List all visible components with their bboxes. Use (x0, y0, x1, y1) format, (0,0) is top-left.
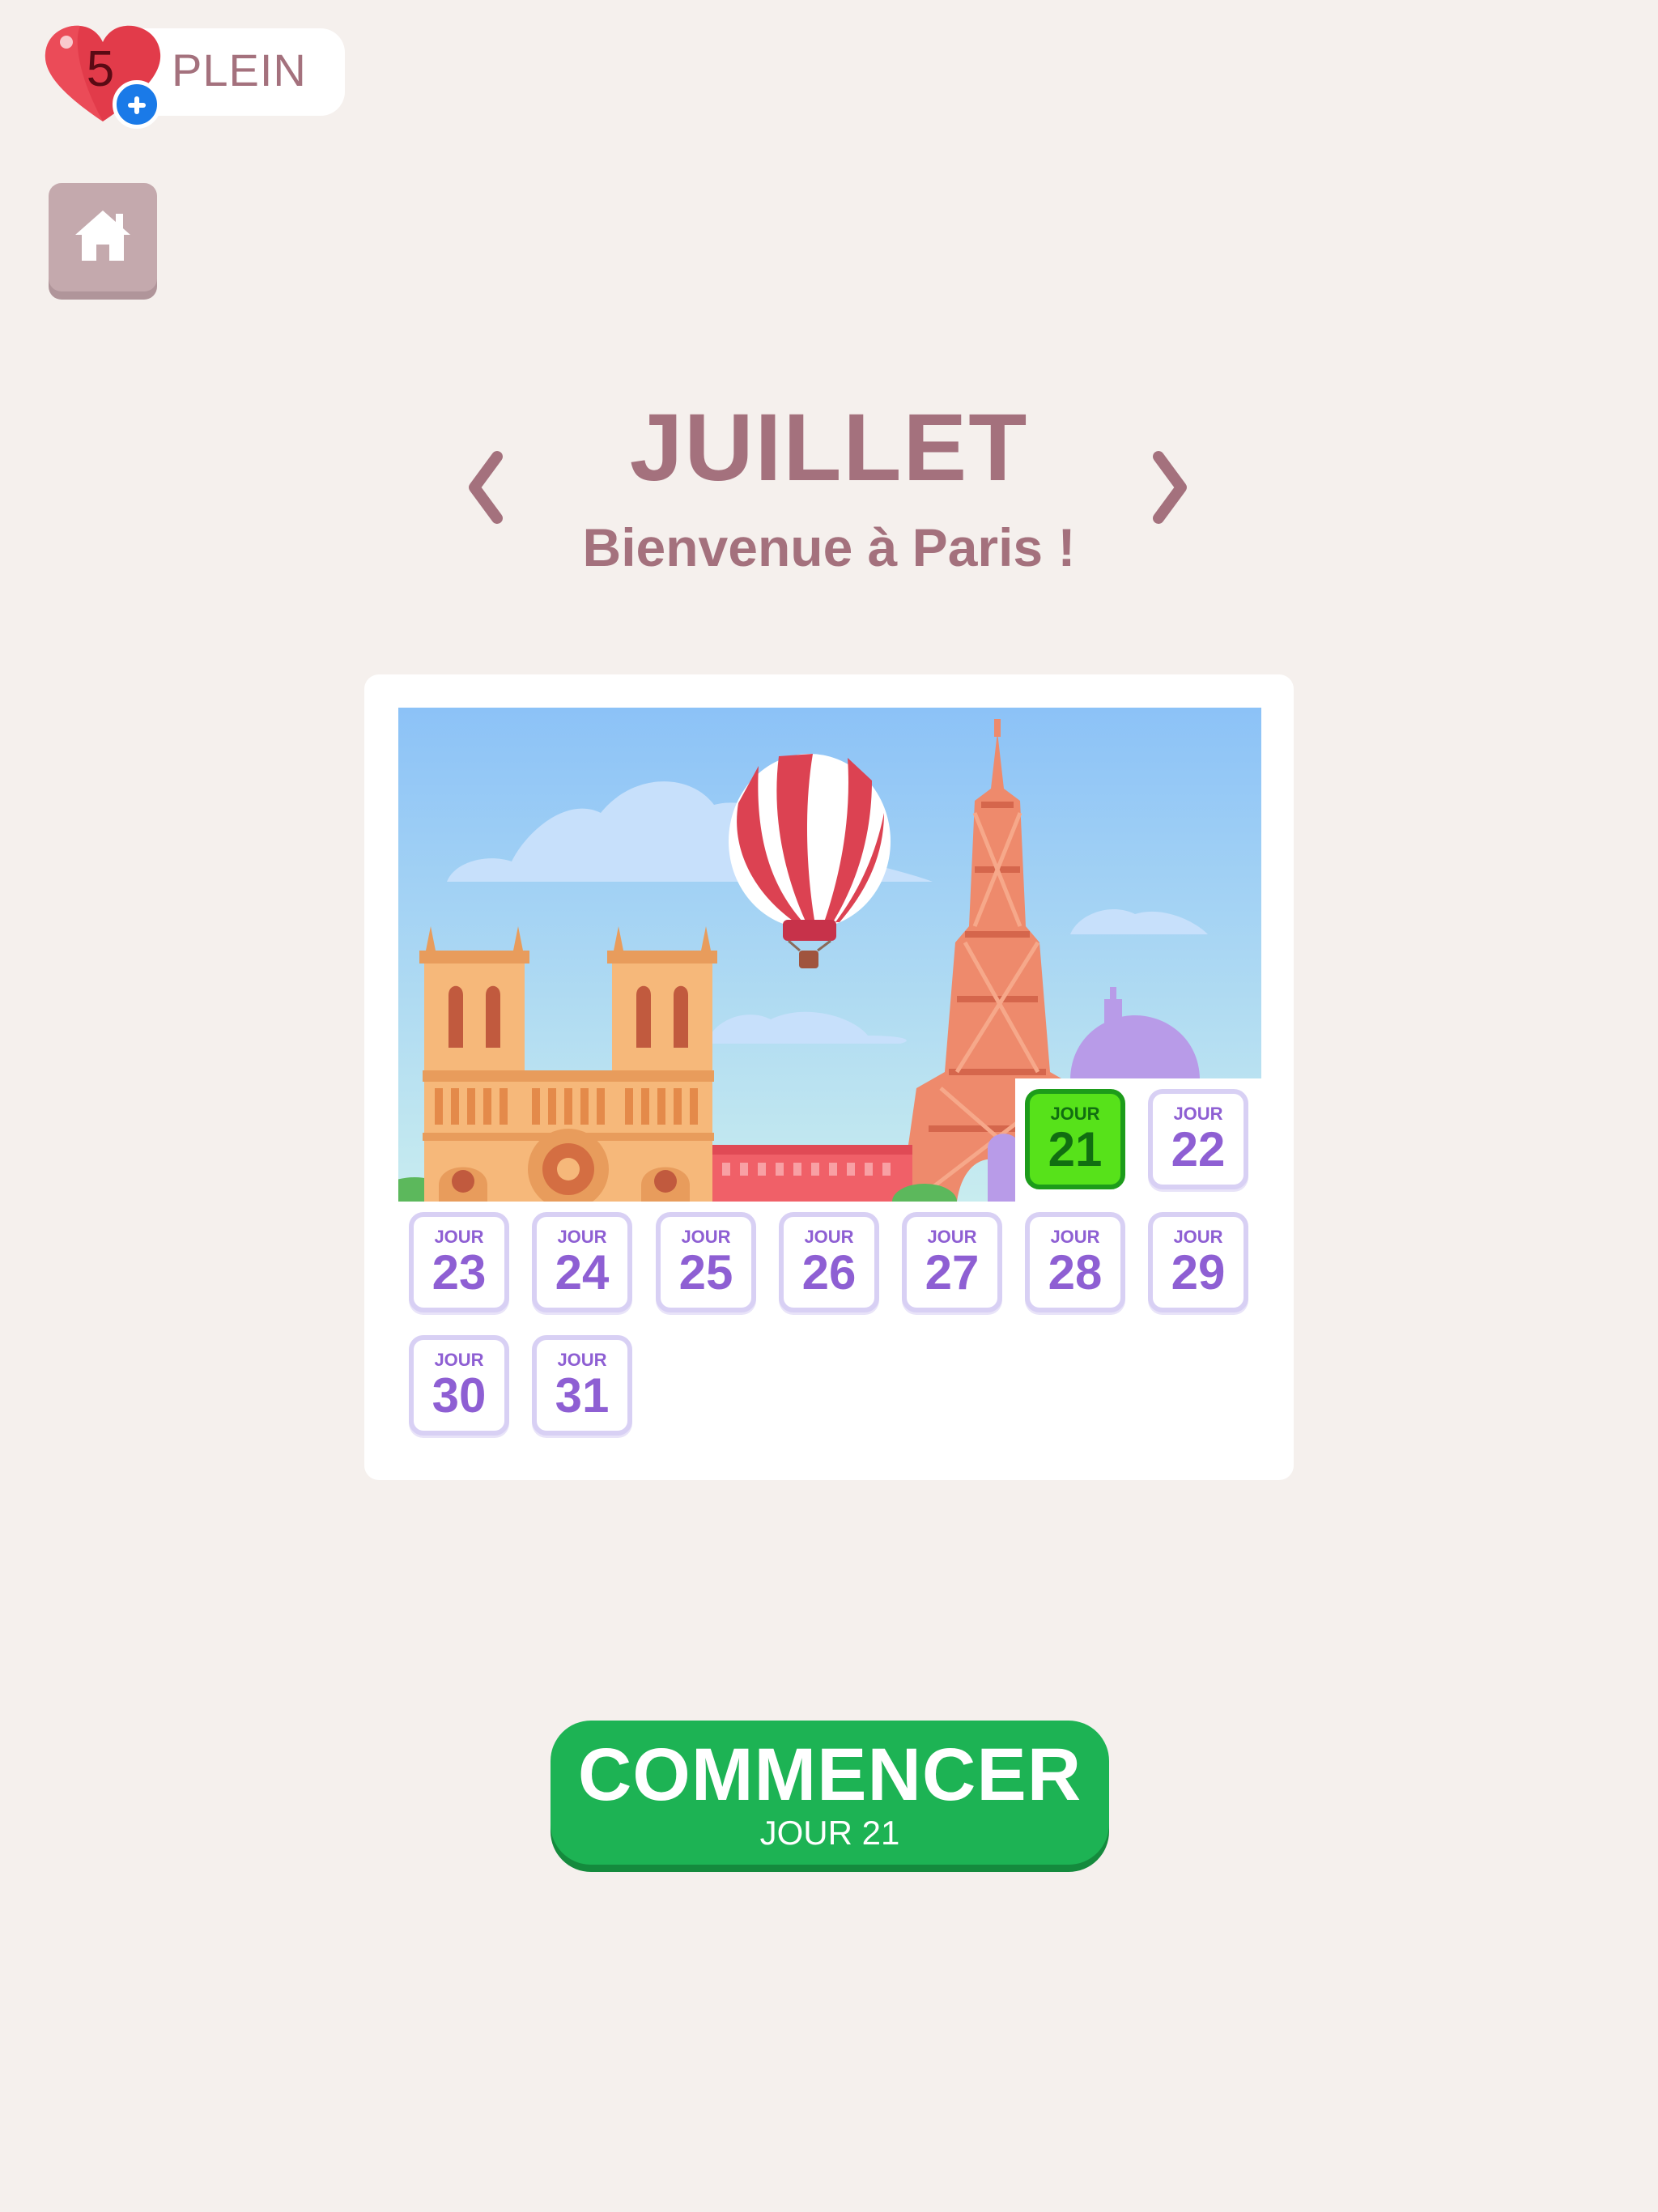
chevron-right-icon[interactable] (1146, 447, 1194, 528)
day-tile-28[interactable]: JOUR 28 (1025, 1212, 1125, 1312)
home-button[interactable] (49, 183, 157, 291)
day-tile-22[interactable]: JOUR 22 (1148, 1089, 1248, 1189)
day-tile-30[interactable]: JOUR 30 (409, 1335, 509, 1436)
start-button[interactable]: COMMENCER JOUR 21 (551, 1721, 1109, 1865)
day-tile-31[interactable]: JOUR 31 (532, 1335, 632, 1436)
day-tile-29[interactable]: JOUR 29 (1148, 1212, 1248, 1312)
home-icon (75, 211, 130, 261)
month-title: JUILLET (629, 394, 1029, 501)
start-button-label: COMMENCER (577, 1733, 1082, 1816)
day-tile-21[interactable]: JOUR 21 (1025, 1089, 1125, 1189)
plus-icon[interactable] (113, 80, 161, 129)
day-tile-27[interactable]: JOUR 27 (902, 1212, 1002, 1312)
day-tile-26[interactable]: JOUR 26 (779, 1212, 879, 1312)
start-button-day: JOUR 21 (759, 1814, 900, 1852)
day-tile-23[interactable]: JOUR 23 (409, 1212, 509, 1312)
day-tile-24[interactable]: JOUR 24 (532, 1212, 632, 1312)
lives-status: PLEIN (172, 45, 307, 96)
day-tile-25[interactable]: JOUR 25 (656, 1212, 756, 1312)
month-subtitle: Bienvenue à Paris ! (582, 517, 1076, 577)
